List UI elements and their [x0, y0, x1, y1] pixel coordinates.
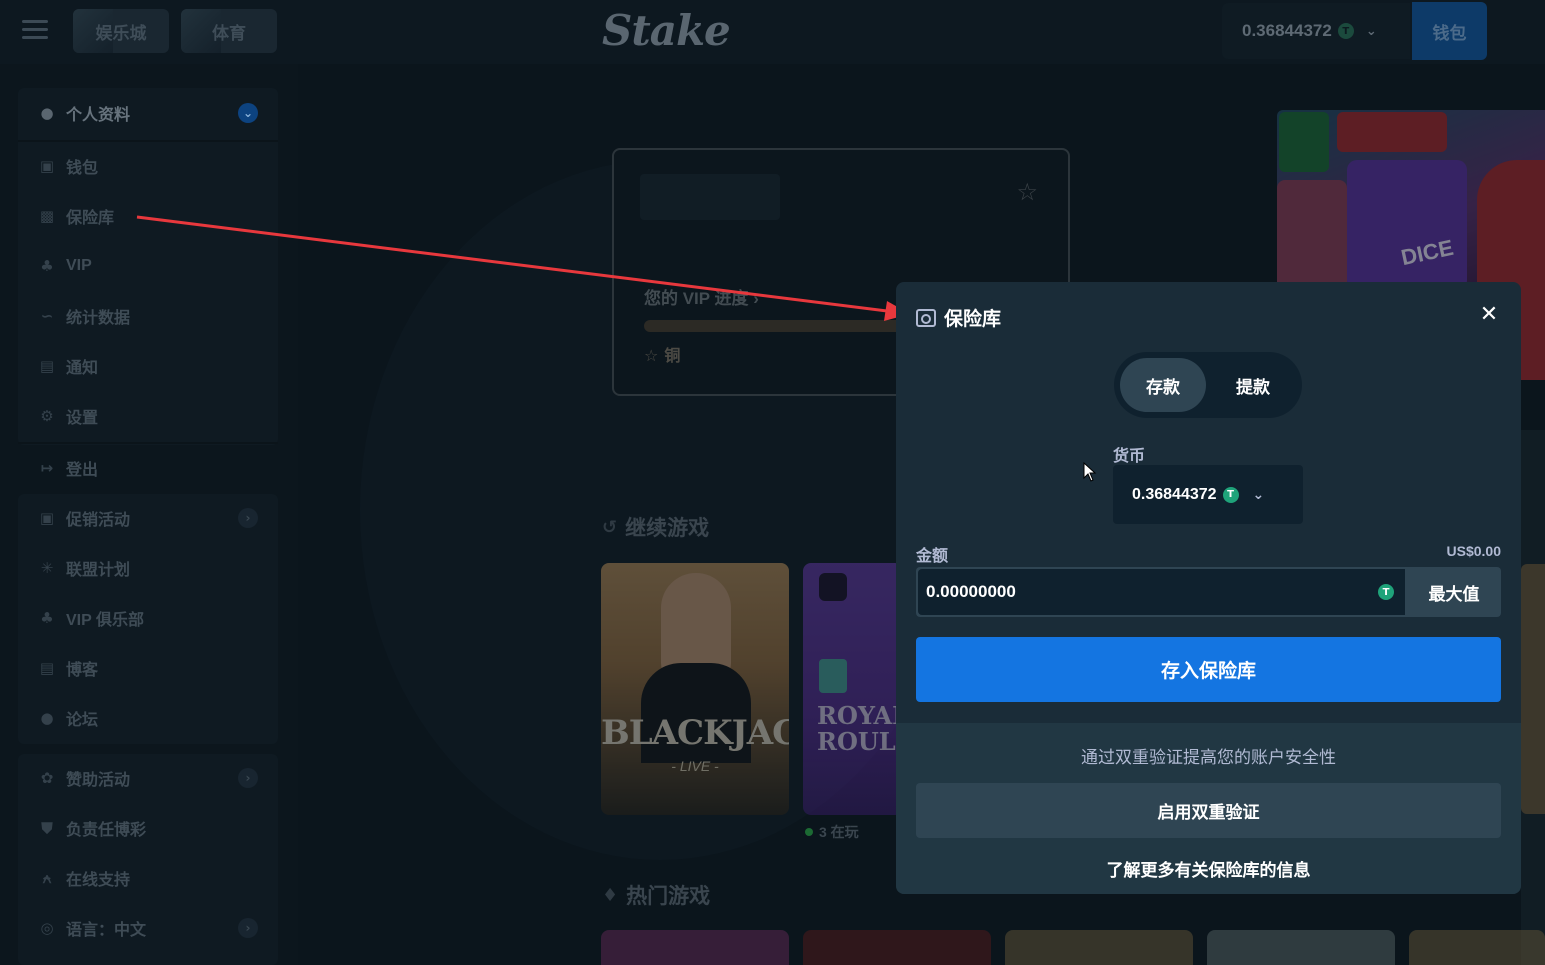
username-placeholder: [640, 174, 780, 220]
game-card-partial[interactable]: [1521, 430, 1545, 965]
game-card[interactable]: [803, 930, 991, 965]
online-dot-icon: [805, 828, 813, 836]
continue-section-title: ↺ 继续游戏: [602, 516, 710, 541]
game-card[interactable]: [1207, 930, 1395, 965]
star-icon[interactable]: ☆: [1016, 178, 1038, 206]
game-card[interactable]: [1005, 930, 1193, 965]
trophy-icon: ♣: [40, 257, 54, 275]
tab-casino[interactable]: 娱乐城: [73, 9, 169, 53]
stats-icon: ∽: [40, 307, 54, 325]
tab-deposit[interactable]: 存款: [1120, 358, 1206, 412]
cards-icon: ♦: [602, 884, 619, 906]
balance-selector[interactable]: 0.36844372 T ⌄: [1222, 3, 1410, 59]
chevron-right-icon: ›: [238, 918, 258, 938]
wallet-icon: ▣: [39, 157, 55, 175]
amount-input[interactable]: [918, 569, 1405, 615]
amount-usd-value: US$0.00: [1446, 543, 1501, 559]
game-card[interactable]: [1409, 930, 1545, 965]
sidebar-item-wallet[interactable]: ▣ 钱包: [18, 141, 278, 191]
tether-coin-icon: T: [1222, 486, 1239, 503]
game-card-royal-roulette[interactable]: ROYAL ROUL: [803, 563, 903, 815]
menu-icon[interactable]: [22, 20, 48, 44]
globe-icon: ◎: [40, 919, 54, 937]
sidebar-item-responsible-gambling[interactable]: ⛊ 负责任博彩: [18, 803, 278, 853]
trophy-icon: ♣: [40, 609, 54, 627]
game-subtitle: - LIVE -: [671, 758, 719, 774]
blog-icon: ▤: [39, 659, 55, 677]
game-title: BLACKJACK: [601, 713, 789, 753]
balance-amount: 0.36844372: [1242, 21, 1332, 40]
sidebar-item-vip-club[interactable]: ♣ VIP 俱乐部: [18, 593, 278, 643]
sidebar-item-sponsorships[interactable]: ✿ 赞助活动 ›: [18, 753, 278, 803]
headset-icon: ⍲: [42, 869, 52, 887]
chevron-down-icon: ⌄: [1365, 23, 1377, 38]
user-icon: ●: [40, 104, 54, 122]
gift-icon: ▣: [39, 509, 55, 527]
tether-coin-icon: T: [1378, 584, 1394, 600]
vip-tier: ☆ 铜: [644, 346, 681, 365]
chevron-down-icon: ⌄: [1252, 486, 1265, 503]
top-bar: 娱乐城 体育 Stake 0.36844372 T ⌄ 钱包: [0, 0, 1545, 64]
learn-more-link[interactable]: 了解更多有关保险库的信息: [896, 856, 1521, 881]
logout-icon: ↦: [40, 459, 54, 477]
chevron-right-icon: ›: [238, 508, 258, 528]
vip-progress-label[interactable]: 您的 VIP 进度 ›: [644, 284, 759, 309]
twofa-hint: 通过双重验证提高您的账户安全性: [1081, 748, 1336, 767]
star-icon: ☆: [644, 346, 659, 365]
modal-footer: 通过双重验证提高您的账户安全性 启用双重验证 了解更多有关保险库的信息: [896, 723, 1521, 894]
wallet-button[interactable]: 钱包: [1412, 2, 1487, 60]
gear-icon: ⚙: [40, 407, 54, 425]
sidebar-item-notifications[interactable]: ▤ 通知: [18, 341, 278, 391]
forum-icon: ●: [40, 709, 54, 727]
modal-title: 保险库: [944, 309, 1002, 330]
game-title: ROYAL ROUL: [817, 701, 903, 756]
amount-field-group: T 最大值: [916, 567, 1501, 617]
tether-coin-icon: T: [1337, 23, 1354, 39]
mouse-cursor-icon: [1083, 462, 1097, 482]
sidebar-item-statistics[interactable]: ∽ 统计数据: [18, 291, 278, 341]
sidebar-item-promotions[interactable]: ▣ 促销活动 ›: [18, 493, 278, 543]
sidebar-item-settings[interactable]: ⚙ 设置: [18, 391, 278, 441]
currency-select[interactable]: 0.36844372 T ⌄: [1113, 465, 1303, 524]
sidebar-item-forum[interactable]: ● 论坛: [18, 693, 278, 743]
tab-sports[interactable]: 体育: [181, 9, 277, 53]
max-button[interactable]: 最大值: [1407, 567, 1501, 617]
affiliate-icon: ✳: [40, 559, 54, 577]
game-card-blackjack[interactable]: BLACKJACK - LIVE -: [601, 563, 789, 815]
deposit-withdraw-toggle: 存款 提款: [1114, 352, 1302, 418]
history-icon: ↺: [602, 516, 618, 538]
sidebar-item-logout[interactable]: ↦ 登出: [18, 443, 278, 493]
game-card[interactable]: [601, 930, 789, 965]
hot-games-section-title: ♦ 热门游戏: [602, 884, 711, 909]
chevron-right-icon: ›: [238, 768, 258, 788]
sidebar-item-vip[interactable]: ♣ VIP: [18, 241, 278, 291]
stake-logo[interactable]: Stake: [602, 6, 731, 55]
vault-icon: ▩: [39, 207, 55, 225]
vault-icon: [916, 308, 936, 327]
sponsor-icon: ✿: [40, 769, 54, 787]
enable-2fa-button[interactable]: 启用双重验证: [916, 783, 1501, 838]
sidebar-item-affiliate[interactable]: ✳ 联盟计划: [18, 543, 278, 593]
players-count: 3 在玩: [805, 822, 859, 842]
currency-label: 货币: [1113, 448, 1146, 465]
vault-modal: 保险库 ✕ 存款 提款 货币 0.36844372 T ⌄ 金额 US$0.00…: [896, 282, 1521, 894]
modal-header: 保险库: [916, 304, 1001, 331]
sidebar-item-blog[interactable]: ▤ 博客: [18, 643, 278, 693]
notification-icon: ▤: [39, 357, 55, 375]
chevron-down-icon: ⌄: [238, 103, 258, 123]
sidebar-item-live-support[interactable]: ⍲ 在线支持: [18, 853, 278, 903]
sidebar-item-profile[interactable]: ● 个人资料 ⌄: [18, 88, 278, 138]
close-icon[interactable]: ✕: [1477, 302, 1501, 327]
shield-icon: ⛊: [41, 819, 53, 837]
currency-value: 0.36844372: [1132, 485, 1217, 503]
amount-label: 金额: [916, 548, 949, 565]
deposit-to-vault-button[interactable]: 存入保险库: [916, 637, 1501, 702]
tab-withdraw[interactable]: 提款: [1210, 358, 1296, 412]
sidebar-item-language[interactable]: ◎ 语言：中文 ›: [18, 903, 278, 953]
sidebar-item-vault[interactable]: ▩ 保险库: [18, 191, 278, 241]
